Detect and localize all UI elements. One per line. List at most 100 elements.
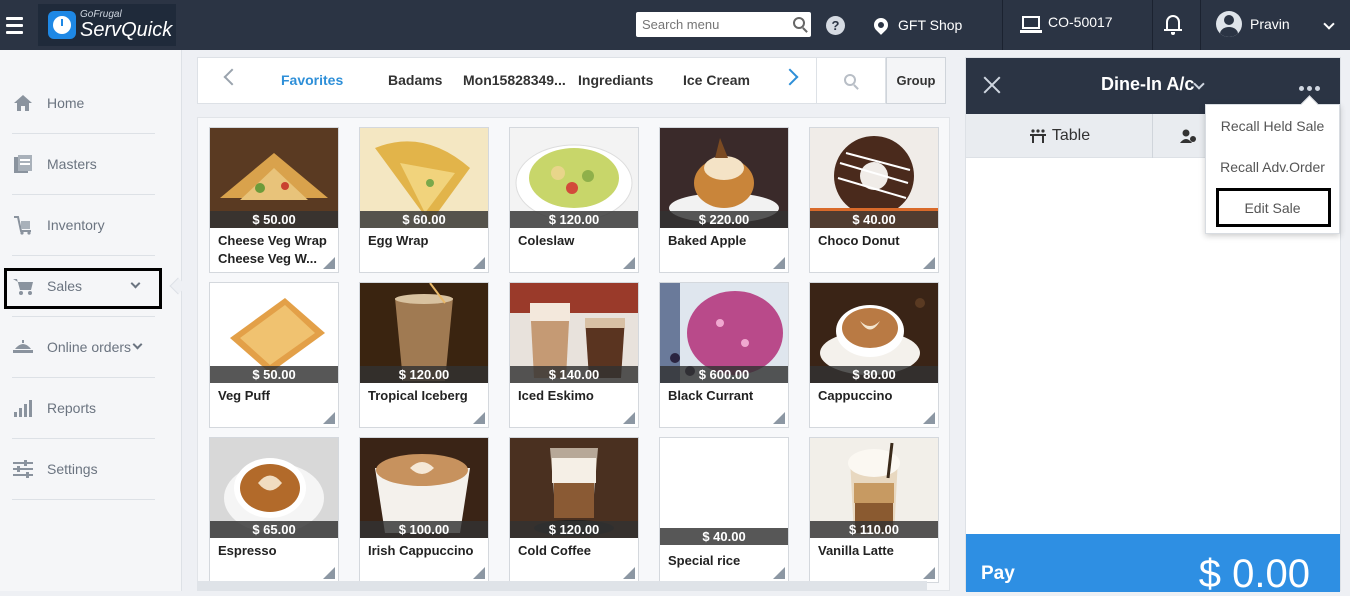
sidebar-item-label: Reports bbox=[47, 400, 97, 416]
chevron-down-icon[interactable] bbox=[1323, 18, 1335, 30]
product-price: $ 140.00 bbox=[510, 366, 638, 383]
corner-indicator-icon bbox=[473, 257, 485, 269]
product-name: Cheese Veg Wrap Cheese Veg W... bbox=[218, 233, 327, 266]
sidebar: Home Masters Inventory Sales Online orde… bbox=[0, 50, 182, 591]
product-name: Egg Wrap bbox=[368, 233, 429, 248]
corner-indicator-icon bbox=[923, 257, 935, 269]
sidebar-item-masters[interactable]: Masters bbox=[12, 134, 155, 195]
product-name: Coleslaw bbox=[518, 233, 575, 248]
counter-selector[interactable]: CO-50017 bbox=[1020, 14, 1113, 33]
customer-icon bbox=[1180, 129, 1196, 143]
shop-selector[interactable]: GFT Shop bbox=[871, 14, 963, 36]
product-card[interactable]: $ 60.00 Egg Wrap bbox=[359, 127, 489, 273]
product-card[interactable]: $ 40.00 Choco Donut bbox=[809, 127, 939, 273]
product-card[interactable]: $ 65.00 Espresso bbox=[209, 437, 339, 583]
tab-ingrediants[interactable]: Ingrediants bbox=[578, 72, 653, 88]
sidebar-item-settings[interactable]: Settings bbox=[12, 439, 155, 500]
chevron-left-icon[interactable] bbox=[223, 68, 241, 86]
menu-item-recall-adv-order[interactable]: Recall Adv.Order bbox=[1206, 147, 1339, 187]
product-name: Special rice bbox=[668, 553, 741, 568]
sidebar-item-label: Home bbox=[47, 95, 85, 111]
home-icon bbox=[14, 95, 32, 111]
category-search-button[interactable] bbox=[816, 57, 886, 104]
help-icon[interactable]: ? bbox=[826, 16, 845, 35]
product-name: Veg Puff bbox=[218, 388, 271, 403]
hamburger-icon[interactable] bbox=[0, 0, 28, 50]
product-card[interactable]: $ 120.00 Coleslaw bbox=[509, 127, 639, 273]
corner-indicator-icon bbox=[773, 257, 785, 269]
masters-icon bbox=[14, 155, 32, 173]
clock-logo-icon bbox=[48, 11, 76, 39]
product-name: Irish Cappuccino bbox=[368, 543, 474, 558]
pay-label: Pay bbox=[981, 563, 1015, 584]
product-price: $ 60.00 bbox=[360, 211, 488, 228]
tab-mon15828349[interactable]: Mon15828349... bbox=[463, 72, 566, 88]
product-price: $ 100.00 bbox=[360, 521, 488, 538]
tab-ice-cream[interactable]: Ice Cream bbox=[683, 72, 750, 88]
product-card[interactable]: $ 80.00 Cappuccino bbox=[809, 282, 939, 428]
corner-indicator-icon bbox=[473, 567, 485, 579]
sidebar-item-label: Online orders bbox=[47, 339, 132, 355]
settings-icon bbox=[13, 460, 33, 478]
product-card[interactable]: $ 600.00 Black Currant bbox=[659, 282, 789, 428]
inventory-icon bbox=[14, 216, 31, 235]
order-type-title[interactable]: Dine-In A/c bbox=[1101, 74, 1194, 95]
product-card[interactable]: $ 100.00 Irish Cappuccino bbox=[359, 437, 489, 583]
horizontal-scrollbar[interactable] bbox=[197, 581, 927, 591]
avatar-icon bbox=[1216, 11, 1242, 37]
corner-indicator-icon bbox=[323, 257, 335, 269]
corner-indicator-icon bbox=[323, 412, 335, 424]
product-price: $ 65.00 bbox=[210, 521, 338, 538]
chevron-right-icon[interactable] bbox=[781, 68, 799, 86]
product-card[interactable]: $ 120.00 Tropical Iceberg bbox=[359, 282, 489, 428]
product-card[interactable]: $ 220.00 Baked Apple bbox=[659, 127, 789, 273]
reports-icon bbox=[14, 400, 32, 417]
sidebar-item-inventory[interactable]: Inventory bbox=[12, 195, 155, 256]
product-card[interactable]: $ 140.00 Iced Eskimo bbox=[509, 282, 639, 428]
search-menu-box[interactable] bbox=[636, 12, 811, 37]
tab-badams[interactable]: Badams bbox=[388, 72, 442, 88]
corner-indicator-icon bbox=[923, 567, 935, 579]
product-price: $ 220.00 bbox=[660, 211, 788, 228]
corner-indicator-icon bbox=[473, 412, 485, 424]
sidebar-item-reports[interactable]: Reports bbox=[12, 378, 155, 439]
product-price: $ 110.00 bbox=[810, 521, 938, 538]
product-card[interactable]: $ 110.00 Vanilla Latte bbox=[809, 437, 939, 583]
header-divider bbox=[1200, 0, 1201, 50]
product-card[interactable]: $ 50.00 Cheese Veg Wrap Cheese Veg W... bbox=[209, 127, 339, 273]
product-card[interactable]: $ 40.00 Special rice bbox=[659, 437, 789, 583]
product-name: Choco Donut bbox=[818, 233, 900, 248]
sidebar-item-label: Masters bbox=[47, 156, 97, 172]
top-bar: GoFrugal ServQuick ? GFT Shop CO-50017 P… bbox=[0, 0, 1350, 50]
tab-table[interactable]: Table bbox=[966, 114, 1153, 158]
tab-table-label: Table bbox=[1051, 127, 1091, 144]
shop-name: GFT Shop bbox=[898, 17, 963, 33]
pay-button[interactable]: Pay $ 0.00 bbox=[966, 534, 1340, 596]
corner-indicator-icon bbox=[923, 412, 935, 424]
product-price: $ 40.00 bbox=[660, 528, 788, 545]
close-icon[interactable] bbox=[983, 76, 1001, 94]
product-card[interactable]: $ 120.00 Cold Coffee bbox=[509, 437, 639, 583]
menu-item-recall-held-sale[interactable]: Recall Held Sale bbox=[1206, 106, 1339, 146]
header-divider bbox=[1002, 0, 1003, 50]
corner-indicator-icon bbox=[323, 567, 335, 579]
tab-favorites[interactable]: Favorites bbox=[281, 72, 343, 88]
more-options-icon[interactable] bbox=[1299, 86, 1320, 91]
brand-logo[interactable]: GoFrugal ServQuick bbox=[38, 4, 176, 46]
product-card[interactable]: $ 50.00 Veg Puff bbox=[209, 282, 339, 428]
sidebar-item-online-orders[interactable]: Online orders bbox=[12, 317, 155, 378]
header-divider bbox=[1152, 0, 1153, 50]
user-menu[interactable]: Pravin bbox=[1216, 11, 1290, 37]
corner-indicator-icon bbox=[623, 257, 635, 269]
corner-indicator-icon bbox=[773, 412, 785, 424]
product-name: Vanilla Latte bbox=[818, 543, 894, 558]
search-menu-input[interactable] bbox=[636, 12, 786, 37]
bell-icon[interactable] bbox=[1164, 15, 1182, 35]
chevron-down-icon[interactable] bbox=[1193, 78, 1205, 90]
group-button[interactable]: Group bbox=[886, 57, 946, 104]
online-orders-icon bbox=[13, 340, 33, 353]
monitor-icon bbox=[1020, 15, 1042, 33]
sidebar-item-home[interactable]: Home bbox=[12, 73, 155, 134]
search-icon[interactable] bbox=[793, 17, 805, 29]
chevron-down-icon[interactable] bbox=[132, 339, 143, 350]
